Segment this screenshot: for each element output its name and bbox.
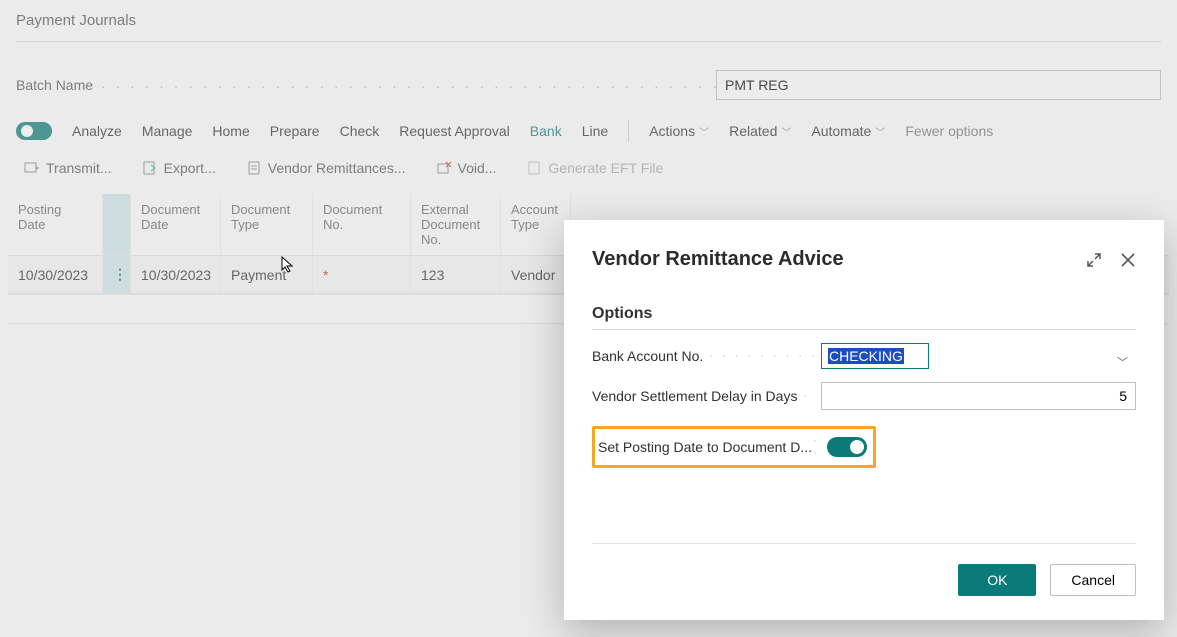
void-button[interactable]: Void... — [436, 160, 497, 176]
vendor-remittance-dialog: Vendor Remittance Advice Options Bank Ac… — [564, 220, 1164, 620]
dialog-title: Vendor Remittance Advice — [592, 248, 844, 271]
analyze-toggle[interactable] — [16, 122, 52, 140]
line-button[interactable]: Line — [582, 123, 608, 139]
bank-toolbar: Transmit... Export... Vendor Remittances… — [0, 150, 1177, 188]
transmit-icon — [24, 160, 40, 176]
col-external-doc-no[interactable]: External Document No. — [411, 194, 501, 255]
options-section-title: Options — [592, 305, 1136, 330]
bank-account-label: Bank Account No. — [592, 348, 703, 364]
vendor-remittances-button[interactable]: Vendor Remittances... — [246, 160, 406, 176]
document-icon — [246, 160, 262, 176]
chevron-down-icon: ﹀ — [699, 124, 709, 139]
col-document-no[interactable]: Document No. — [313, 194, 411, 255]
home-button[interactable]: Home — [212, 123, 249, 139]
col-document-type[interactable]: Document Type — [221, 194, 313, 255]
generate-eft-button[interactable]: Generate EFT File — [526, 160, 663, 176]
actions-dropdown[interactable]: Actions﹀ — [649, 123, 709, 139]
col-posting-date[interactable]: Posting Date — [8, 194, 103, 255]
page-title: Payment Journals — [0, 0, 1177, 41]
bank-account-input[interactable]: CHECKING — [821, 343, 929, 369]
cell-document-date[interactable]: 10/30/2023 — [131, 257, 221, 293]
posting-date-toggle[interactable] — [827, 437, 867, 457]
cell-external-doc-no[interactable]: 123 — [411, 257, 501, 293]
void-icon — [436, 160, 452, 176]
prepare-button[interactable]: Prepare — [270, 123, 320, 139]
cancel-button[interactable]: Cancel — [1050, 564, 1136, 596]
manage-button[interactable]: Manage — [142, 123, 193, 139]
cell-document-no[interactable]: * — [313, 257, 411, 293]
batch-name-label: Batch Name — [16, 77, 93, 93]
fewer-options-button[interactable]: Fewer options — [905, 123, 993, 139]
bank-button[interactable]: Bank — [530, 123, 562, 139]
col-account-type[interactable]: Account Type — [501, 194, 571, 255]
close-icon[interactable] — [1120, 252, 1136, 268]
chevron-down-icon: ﹀ — [875, 124, 885, 139]
posting-date-toggle-row: Set Posting Date to Document D... · · — [592, 426, 876, 468]
chevron-down-icon: ﹀ — [781, 124, 791, 139]
cell-posting-date[interactable]: 10/30/2023 — [8, 257, 103, 293]
export-button[interactable]: Export... — [142, 160, 216, 176]
transmit-button[interactable]: Transmit... — [24, 160, 112, 176]
chevron-down-icon: ﹀ — [1117, 354, 1128, 370]
posting-date-toggle-label: Set Posting Date to Document D... — [598, 439, 813, 455]
export-icon — [142, 160, 158, 176]
row-menu-icon[interactable]: ⋮ — [103, 256, 131, 293]
analyze-button[interactable]: Analyze — [72, 123, 122, 139]
cell-account-type[interactable]: Vendor — [501, 257, 571, 293]
cell-document-type[interactable]: Payment — [221, 257, 313, 293]
check-button[interactable]: Check — [340, 123, 380, 139]
settlement-delay-label: Vendor Settlement Delay in Days — [592, 388, 797, 404]
ok-button[interactable]: OK — [958, 564, 1036, 596]
file-icon — [526, 160, 542, 176]
automate-dropdown[interactable]: Automate﹀ — [811, 123, 885, 139]
expand-icon[interactable] — [1086, 252, 1102, 268]
col-document-date[interactable]: Document Date — [131, 194, 221, 255]
request-approval-button[interactable]: Request Approval — [399, 123, 510, 139]
related-dropdown[interactable]: Related﹀ — [729, 123, 791, 139]
settlement-delay-input[interactable] — [821, 382, 1136, 410]
main-toolbar: Analyze Manage Home Prepare Check Reques… — [0, 120, 1177, 150]
batch-name-input[interactable] — [716, 70, 1161, 100]
